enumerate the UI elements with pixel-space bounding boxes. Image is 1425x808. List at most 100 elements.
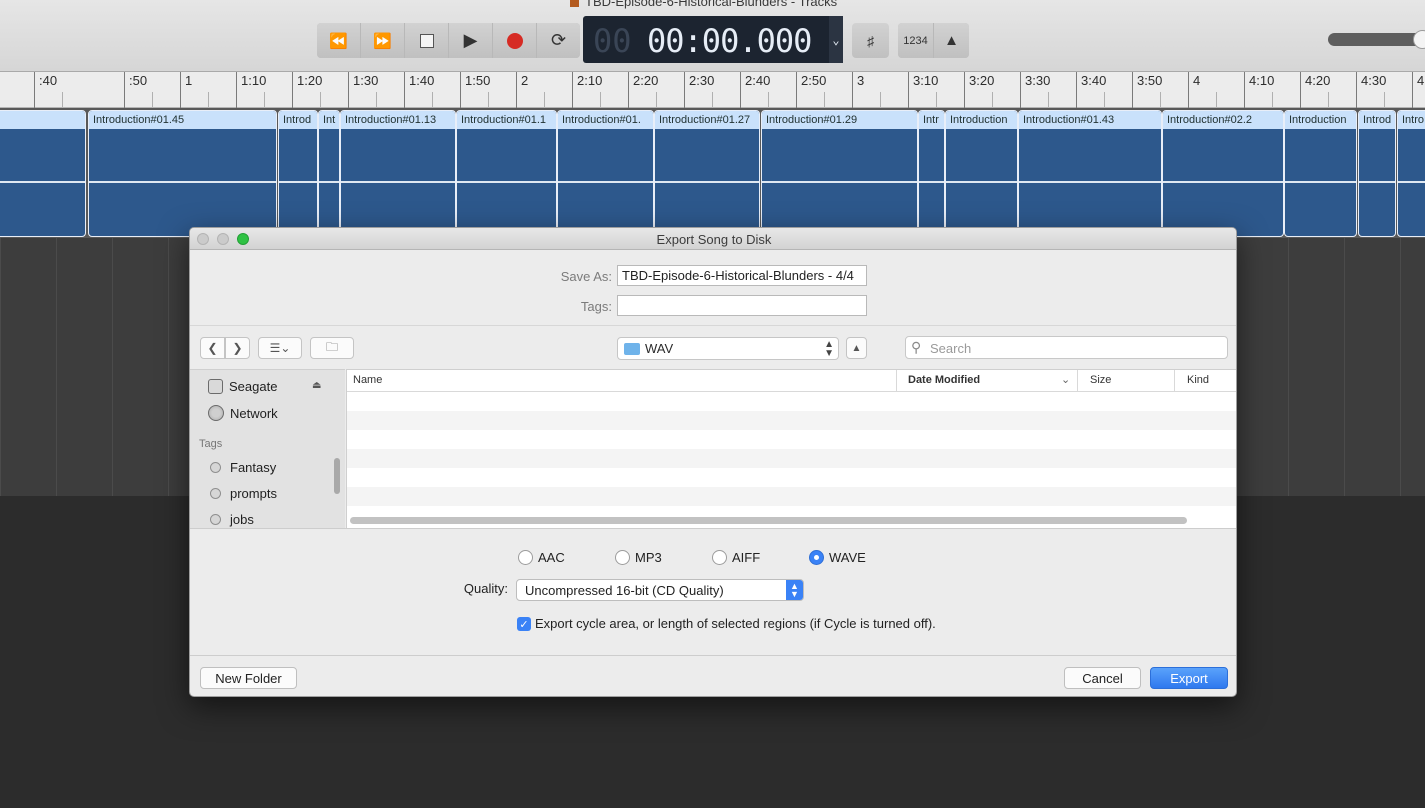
new-folder-button[interactable]: New Folder: [200, 667, 297, 689]
sidebar-item-network[interactable]: Network: [208, 405, 278, 421]
region-name: Introd: [1359, 111, 1395, 129]
audio-region[interactable]: Introduction: [945, 110, 1018, 237]
column-kind[interactable]: Kind: [1187, 374, 1209, 386]
column-divider[interactable]: [1077, 370, 1078, 392]
sidebar-item-tag-prompts[interactable]: prompts: [208, 486, 277, 501]
audio-region[interactable]: Introduction#01.1: [456, 110, 557, 237]
play-icon: ▶: [463, 30, 478, 50]
master-volume-knob[interactable]: [1413, 30, 1425, 49]
column-name[interactable]: Name: [353, 374, 382, 386]
sidebar-scrollbar[interactable]: [334, 458, 340, 494]
cycle-checkbox[interactable]: ✓: [517, 617, 531, 631]
forward-button[interactable]: ❯: [225, 337, 250, 359]
audio-region[interactable]: Introd: [1358, 110, 1396, 237]
sidebar-item-tag-fantasy[interactable]: Fantasy: [208, 460, 276, 475]
audio-region[interactable]: Introduction#01.43: [1018, 110, 1162, 237]
rewind-button[interactable]: ⏪: [317, 23, 360, 58]
horizontal-scrollbar[interactable]: [350, 517, 1187, 524]
sidebar-item-label: Seagate: [229, 379, 278, 394]
ruler-tick: 4:10: [1244, 72, 1274, 108]
tuner-button[interactable]: ♯: [852, 23, 889, 58]
format-radio-wave[interactable]: WAVE: [809, 550, 866, 565]
format-radio-aac[interactable]: AAC: [518, 550, 565, 565]
audio-region[interactable]: Introduction#01.13: [340, 110, 456, 237]
transport-controls: ⏪ ⏩ ▶ ⟳: [317, 23, 580, 58]
search-icon: ⚲: [911, 339, 922, 355]
ruler-tick: 3:20: [964, 72, 994, 108]
ruler-subtick: [880, 92, 881, 107]
globe-icon: [208, 405, 224, 421]
region-name: Intro: [1398, 111, 1425, 129]
sidebar-item-tag-jobs[interactable]: jobs: [208, 512, 254, 527]
region-name: Int: [319, 111, 339, 129]
search-input[interactable]: [928, 340, 1218, 357]
expand-collapse-button[interactable]: ▲: [846, 337, 867, 359]
audio-region[interactable]: Intro: [1397, 110, 1425, 237]
export-button[interactable]: Export: [1150, 667, 1228, 689]
audio-region[interactable]: Int: [318, 110, 340, 237]
ruler-tick: 1:20: [292, 72, 322, 108]
master-volume-slider[interactable]: [1328, 33, 1425, 46]
waveform: [762, 181, 917, 183]
metronome-button[interactable]: ▲: [934, 23, 969, 58]
audio-region[interactable]: Introduction#01.: [557, 110, 654, 237]
region-name: Introduction#01.29: [762, 111, 917, 129]
audio-region[interactable]: [0, 110, 86, 237]
sidebar-item-label: prompts: [230, 486, 277, 501]
audio-region[interactable]: Introduction#01.27: [654, 110, 760, 237]
new-folder-icon-button[interactable]: 🗀: [310, 337, 354, 359]
record-icon: [506, 32, 523, 49]
waveform: [946, 181, 1017, 183]
column-divider[interactable]: [896, 370, 897, 392]
stop-button[interactable]: [405, 23, 448, 58]
audio-region[interactable]: Introd: [278, 110, 318, 237]
document-icon: [570, 0, 579, 7]
timeline-ruler[interactable]: :40:50 1 1:10 1:20 1:30 1:40 1:50 2 2:10 2:20 2:30…: [0, 72, 1425, 108]
waveform: [341, 181, 455, 183]
back-button[interactable]: ❮: [200, 337, 225, 359]
ruler-subtick: [1216, 92, 1217, 107]
eject-icon[interactable]: ⏏: [312, 380, 321, 391]
table-row: [347, 468, 1236, 487]
ruler-subtick: [544, 92, 545, 107]
waveform: [919, 181, 944, 183]
sidebar-item-seagate[interactable]: Seagate: [208, 379, 277, 394]
column-date-modified[interactable]: Date Modified: [908, 374, 980, 386]
ruler-subtick: [208, 92, 209, 107]
save-as-field[interactable]: TBD-Episode-6-Historical-Blunders - 4/4: [617, 265, 867, 286]
record-button[interactable]: [493, 23, 536, 58]
quality-value: Uncompressed 16-bit (CD Quality): [525, 583, 724, 598]
quality-popup[interactable]: Uncompressed 16-bit (CD Quality) ▲ ▼: [516, 579, 804, 601]
region-name: Introduction: [1285, 111, 1356, 129]
audio-region[interactable]: Introduction#02.2: [1162, 110, 1284, 237]
region-name: Introduction#02.2: [1163, 111, 1283, 129]
count-in-button[interactable]: 1234: [898, 23, 933, 58]
folder-name: WAV: [645, 341, 674, 356]
sidebar-item-label: Network: [230, 405, 278, 421]
ruler-tick: :40: [34, 72, 63, 108]
fast-forward-button[interactable]: ⏩: [361, 23, 404, 58]
tags-field[interactable]: [617, 295, 867, 316]
audio-region[interactable]: Intr: [918, 110, 945, 237]
audio-region[interactable]: Introduction#01.29: [761, 110, 918, 237]
quality-label: Quality:: [463, 581, 508, 596]
window-title: TBD-Episode-6-Historical-Blunders - Trac…: [570, 0, 837, 9]
audio-region[interactable]: Introduction: [1284, 110, 1357, 237]
column-divider[interactable]: [1174, 370, 1175, 392]
column-size[interactable]: Size: [1090, 374, 1111, 386]
search-field[interactable]: ⚲: [905, 336, 1228, 359]
format-radio-aiff[interactable]: AIFF: [712, 550, 760, 565]
folder-popup[interactable]: WAV ▲ ▼: [617, 337, 839, 360]
waveform: [655, 181, 759, 183]
sidebar-tags-header: Tags: [199, 438, 223, 450]
view-options-button[interactable]: ☰⌄: [258, 337, 302, 359]
lcd-display[interactable]: 00 00:00.000 ⌄: [583, 16, 843, 63]
audio-region[interactable]: Introduction#01.45: [88, 110, 277, 237]
chevron-down-icon[interactable]: ⌄: [829, 16, 843, 63]
cycle-button[interactable]: ⟳: [537, 23, 580, 58]
play-button[interactable]: ▶: [449, 23, 492, 58]
format-radio-mp3[interactable]: MP3: [615, 550, 662, 565]
rewind-icon: ⏪: [329, 32, 348, 50]
cancel-button[interactable]: Cancel: [1064, 667, 1141, 689]
ruler-tick: 1:10: [236, 72, 266, 108]
